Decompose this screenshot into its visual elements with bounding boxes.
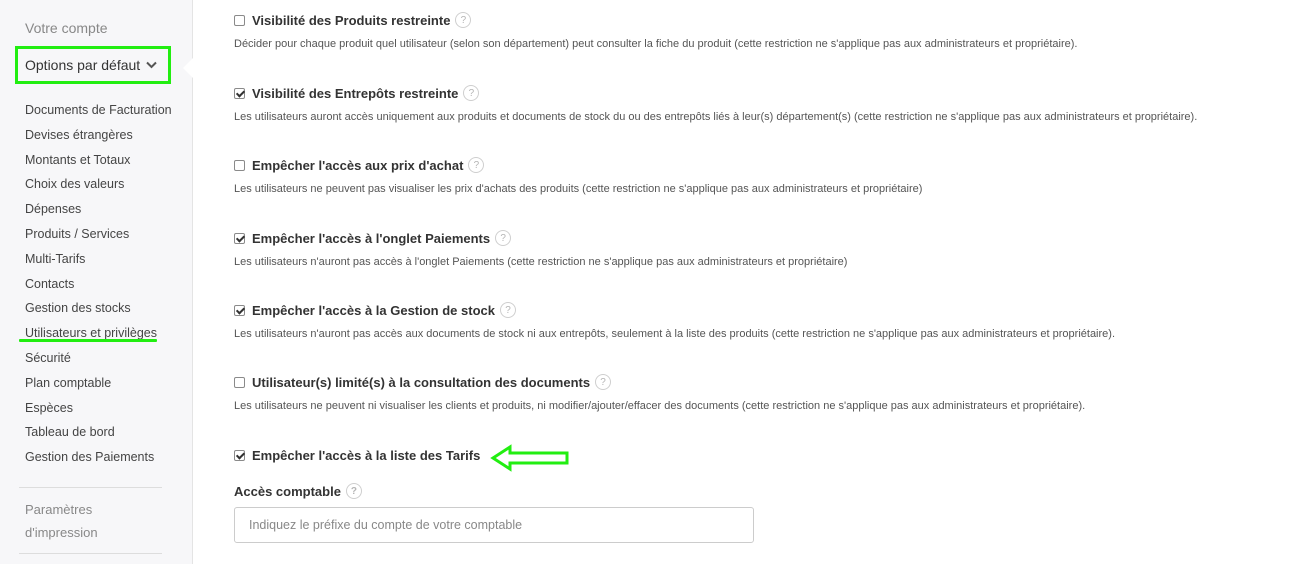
option-title: Visibilité des Produits restreinte: [252, 12, 451, 28]
main-content: Visibilité des Produits restreinte ? Déc…: [193, 0, 1290, 564]
read-only-users-checkbox[interactable]: [234, 376, 245, 388]
help-circle-icon[interactable]: ?: [495, 230, 512, 246]
sidebar-item-gestion-paiements[interactable]: Gestion des Paiements: [25, 447, 172, 472]
option-restricted-warehouse-visibility: Visibilité des Entrepôts restreinte ? Le…: [234, 83, 1197, 123]
sidebar-item-utilisateurs-privileges[interactable]: Utilisateurs et privilèges: [25, 323, 172, 348]
sidebar-item-depenses[interactable]: Dépenses: [25, 199, 172, 224]
help-circle-icon[interactable]: ?: [345, 483, 362, 499]
sidebar-default-options-section[interactable]: Options par défaut: [15, 46, 171, 84]
sidebar-item-gestion-stocks[interactable]: Gestion des stocks: [25, 298, 172, 323]
option-description: Décider pour chaque produit quel utilisa…: [234, 38, 1078, 50]
sidebar-divider: [19, 487, 162, 488]
sidebar-item-multi-tarifs[interactable]: Multi-Tarifs: [25, 249, 172, 274]
chevron-down-icon: [146, 61, 157, 69]
highlight-underline: [19, 339, 157, 342]
sidebar-print-settings-link[interactable]: Paramètres d'impression: [25, 498, 145, 544]
block-payments-tab-checkbox[interactable]: [234, 232, 245, 244]
sidebar-default-options-label: Options par défaut: [25, 57, 141, 73]
help-circle-icon[interactable]: ?: [455, 12, 472, 28]
block-stock-management-checkbox[interactable]: [234, 304, 245, 316]
option-description: Les utilisateurs n'auront pas accès à l'…: [234, 256, 848, 268]
print-settings-label-line1: Paramètres: [25, 502, 93, 517]
active-section-pointer: [183, 58, 193, 78]
option-block-price-list: Empêcher l'accès à la liste des Tarifs: [234, 445, 480, 465]
help-circle-icon[interactable]: ?: [499, 302, 516, 318]
block-price-list-checkbox[interactable]: [234, 449, 245, 461]
option-block-purchase-prices: Empêcher l'accès aux prix d'achat ? Les …: [234, 155, 922, 195]
option-description: Les utilisateurs ne peuvent pas visualis…: [234, 183, 923, 195]
sidebar: Votre compte Options par défaut Document…: [0, 0, 193, 564]
accounting-access-field-label: Accès comptable ?: [234, 483, 362, 499]
sidebar-item-documents-facturation[interactable]: Documents de Facturation: [25, 100, 172, 125]
help-circle-icon[interactable]: ?: [463, 85, 480, 101]
option-title: Visibilité des Entrepôts restreinte: [252, 85, 459, 101]
sidebar-item-securite[interactable]: Sécurité: [25, 348, 172, 373]
option-title: Empêcher l'accès à l'onglet Paiements: [252, 230, 491, 246]
arrow-left-icon: [490, 444, 569, 472]
restricted-product-visibility-checkbox[interactable]: [234, 14, 245, 26]
sidebar-item-tableau-bord[interactable]: Tableau de bord: [25, 422, 172, 447]
print-settings-label-line2: d'impression: [25, 525, 98, 540]
sidebar-item-choix-valeurs[interactable]: Choix des valeurs: [25, 174, 172, 199]
option-title: Utilisateur(s) limité(s) à la consultati…: [252, 374, 591, 390]
sidebar-divider: [19, 553, 162, 554]
block-purchase-prices-checkbox[interactable]: [234, 159, 245, 171]
sidebar-account-link[interactable]: Votre compte: [25, 20, 108, 36]
help-circle-icon[interactable]: ?: [595, 374, 612, 390]
option-description: Les utilisateurs n'auront pas accès aux …: [234, 328, 1115, 340]
help-circle-icon[interactable]: ?: [468, 157, 485, 173]
option-title: Empêcher l'accès à la Gestion de stock: [252, 302, 495, 318]
sidebar-item-contacts[interactable]: Contacts: [25, 274, 172, 299]
sidebar-item-produits-services[interactable]: Produits / Services: [25, 224, 172, 249]
sidebar-item-montants-totaux[interactable]: Montants et Totaux: [25, 150, 172, 175]
option-block-payments-tab: Empêcher l'accès à l'onglet Paiements ? …: [234, 228, 847, 268]
sidebar-item-plan-comptable[interactable]: Plan comptable: [25, 373, 172, 398]
accounting-access-label: Accès comptable: [234, 483, 341, 499]
option-title: Empêcher l'accès à la liste des Tarifs: [252, 447, 481, 463]
sidebar-item-especes[interactable]: Espèces: [25, 398, 172, 423]
sidebar-item-devises-etrangeres[interactable]: Devises étrangères: [25, 125, 172, 150]
option-description: Les utilisateurs auront accès uniquement…: [234, 111, 1198, 123]
option-title: Empêcher l'accès aux prix d'achat: [252, 157, 464, 173]
accounting-prefix-input[interactable]: [234, 507, 754, 543]
restricted-warehouse-visibility-checkbox[interactable]: [234, 87, 245, 99]
option-block-stock-management: Empêcher l'accès à la Gestion de stock ?…: [234, 300, 1115, 340]
option-description: Les utilisateurs ne peuvent ni visualise…: [234, 400, 1086, 412]
option-restricted-product-visibility: Visibilité des Produits restreinte ? Déc…: [234, 10, 1077, 50]
sidebar-submenu: Documents de Facturation Devises étrangè…: [25, 100, 172, 472]
option-read-only-users: Utilisateur(s) limité(s) à la consultati…: [234, 372, 1085, 412]
